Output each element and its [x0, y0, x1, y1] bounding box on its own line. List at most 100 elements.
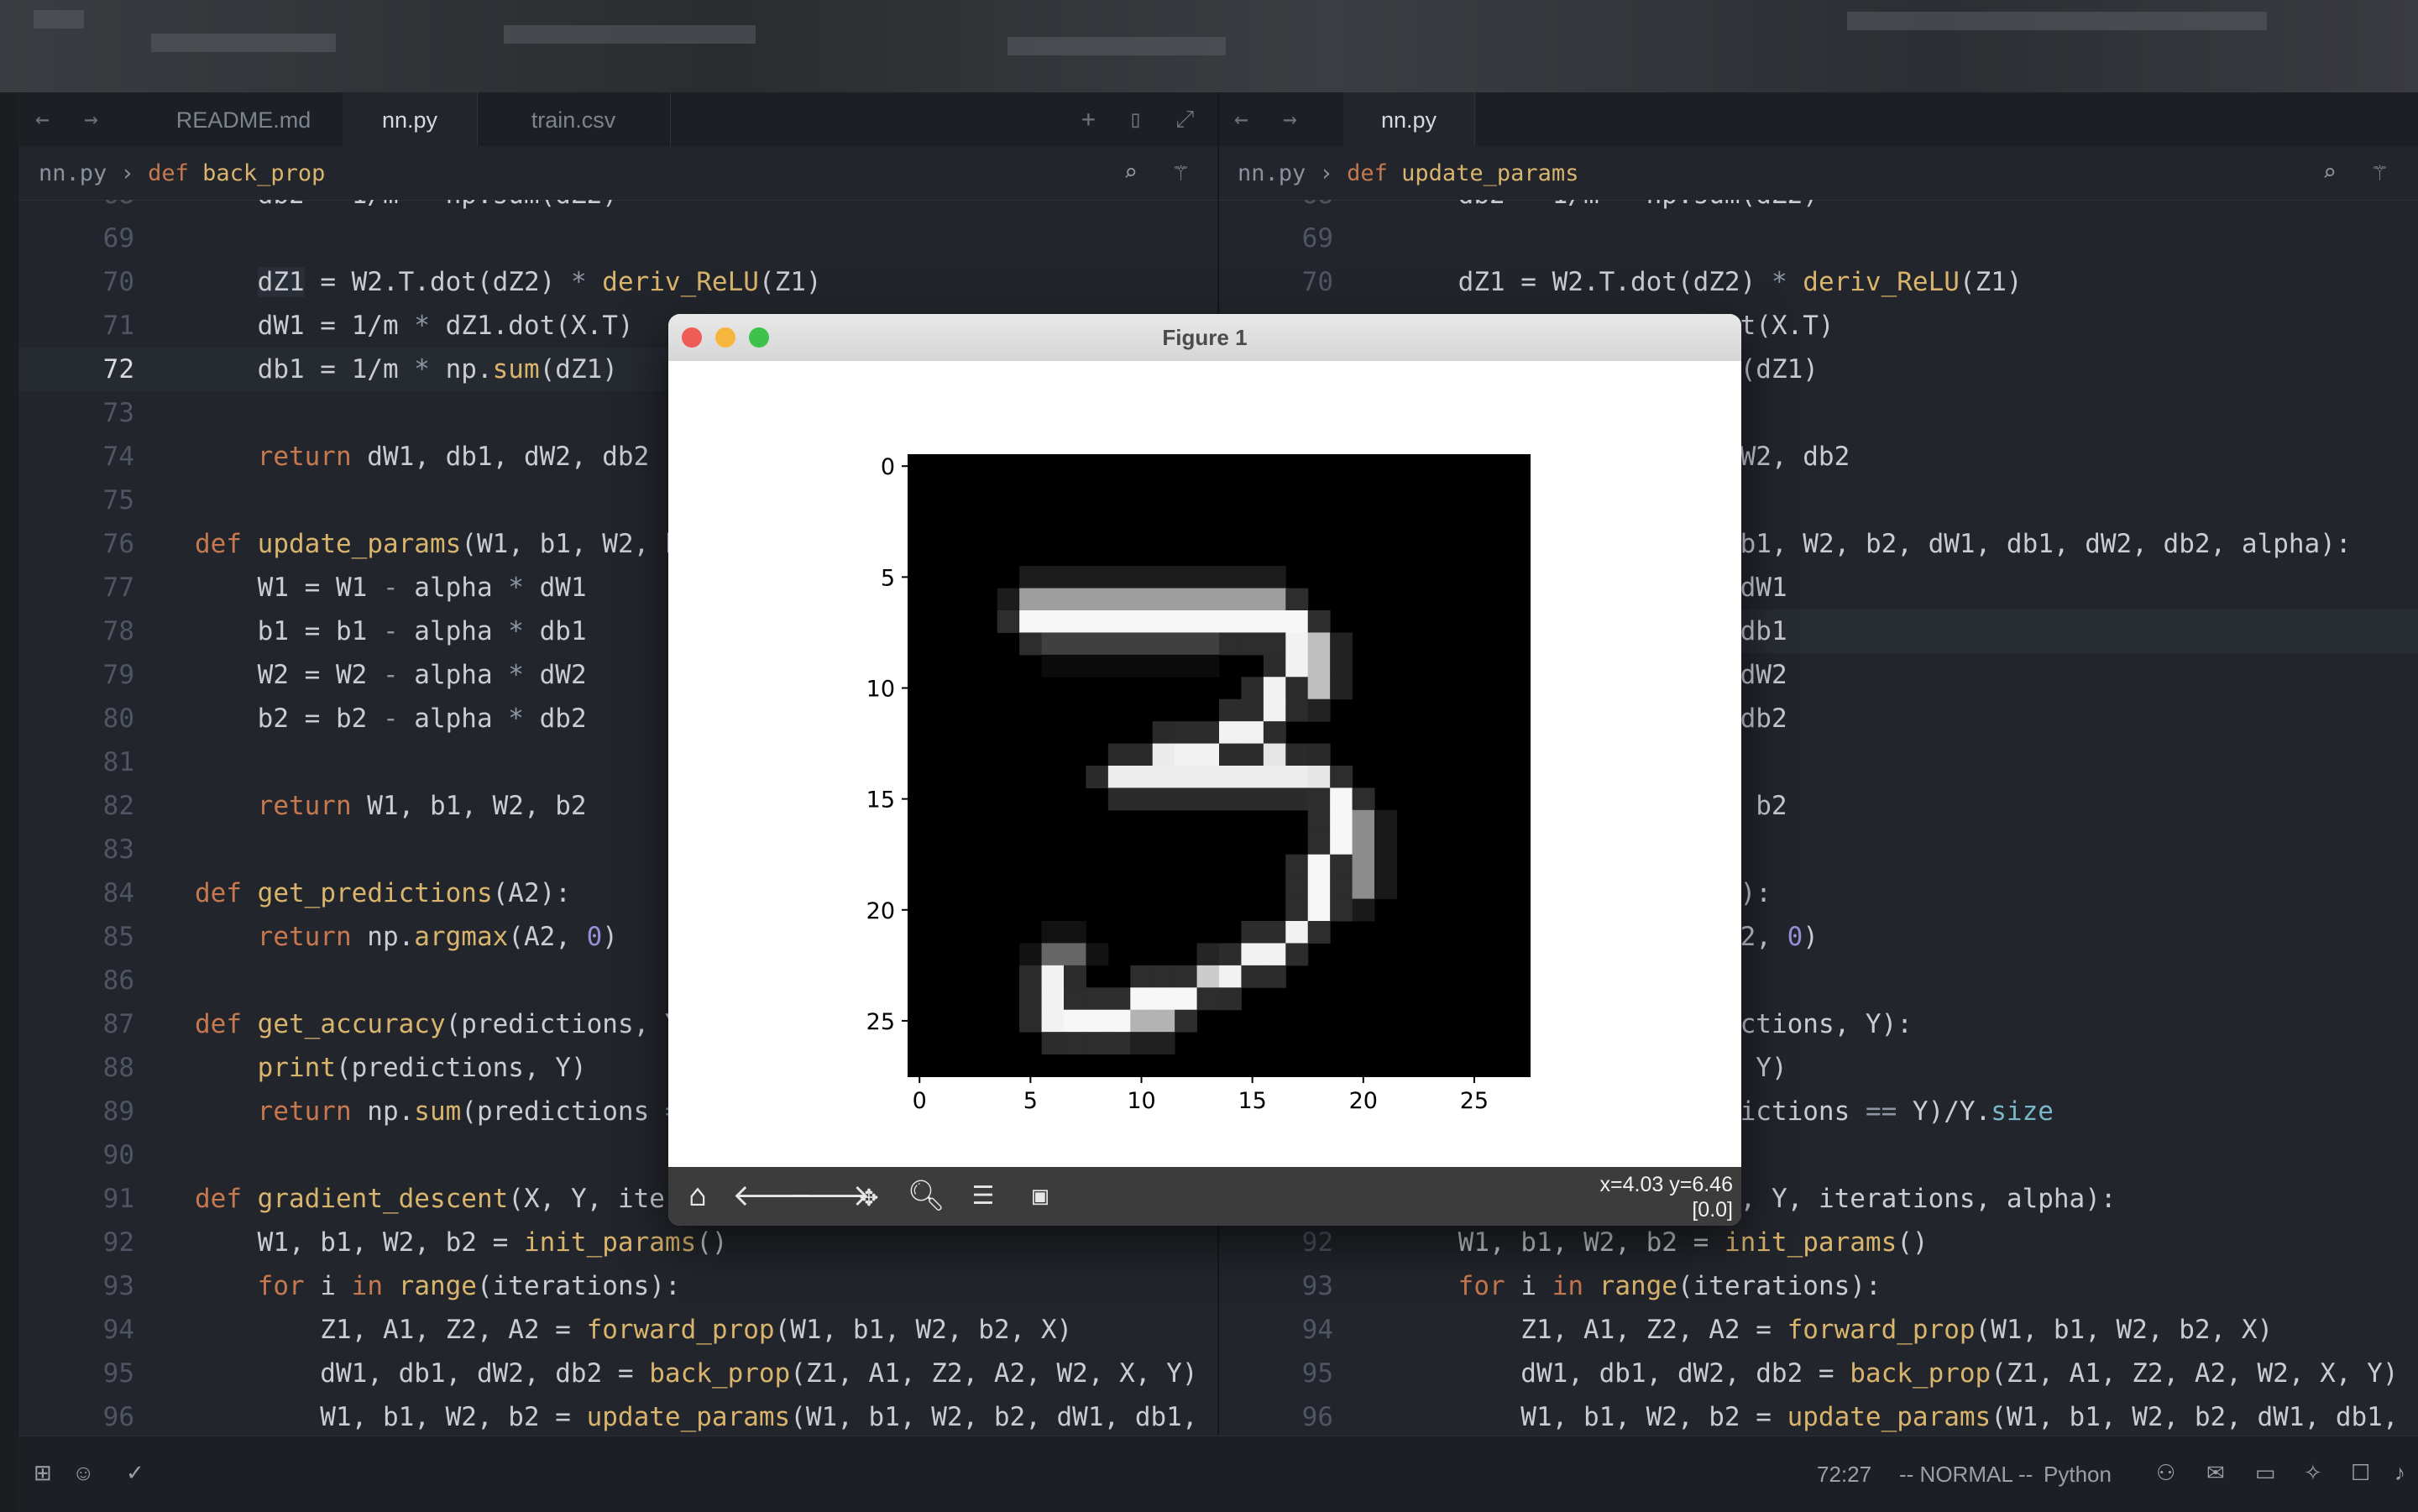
- nav-forward-icon[interactable]: →: [84, 107, 98, 131]
- new-tab-icon[interactable]: +: [1081, 107, 1096, 131]
- line-number: 93: [102, 1271, 134, 1301]
- code-line[interactable]: 68 db2 = 1/m * np.sum(dZ2): [18, 200, 1217, 217]
- code-line[interactable]: 68 db2 = 1/m * np.sum(dZ2): [1219, 200, 2418, 217]
- assistant-icon[interactable]: ✧: [2304, 1460, 2322, 1486]
- pixel-cell: [1107, 632, 1131, 656]
- pixel-cell: [1285, 698, 1309, 722]
- tab-readme[interactable]: README.md: [144, 92, 343, 146]
- pixel-cell: [1219, 943, 1242, 966]
- pixel-cell: [1196, 588, 1220, 611]
- breadcrumb-file[interactable]: nn.py: [39, 160, 107, 186]
- search-icon[interactable]: ⌕: [2322, 161, 2337, 185]
- collab-icon[interactable]: ☺: [72, 1460, 95, 1486]
- code-line[interactable]: 94 Z1, A1, Z2, A2 = forward_prop(W1, b1,…: [18, 1308, 1217, 1352]
- tab-nn-py[interactable]: nn.py: [343, 92, 478, 146]
- code-text: for i in range(iterations):: [257, 1271, 681, 1301]
- pixel-cell: [1352, 876, 1375, 900]
- x-tick-label: 5: [1023, 1088, 1038, 1114]
- code-line[interactable]: 70 dZ1 = W2.T.dot(dZ2) * deriv_ReLU(Z1): [1219, 260, 2418, 304]
- code-text: def get_accuracy(predictions, Y):: [195, 1009, 712, 1039]
- code-line[interactable]: 94 Z1, A1, Z2, A2 = forward_prop(W1, b1,…: [1219, 1308, 2418, 1352]
- pan-move-icon[interactable]: ✥: [846, 1174, 892, 1219]
- nav-back-icon[interactable]: ←: [35, 107, 50, 131]
- code-text: b1 = b1 - alpha * db1: [195, 616, 587, 646]
- code-text: for i in range(iterations):: [1458, 1271, 1882, 1301]
- cursor-position[interactable]: 72:27: [1817, 1462, 1871, 1488]
- pixel-cell: [1041, 632, 1065, 656]
- nav-back-icon[interactable]: ←: [1234, 107, 1248, 131]
- breadcrumb-file[interactable]: nn.py: [1238, 160, 1306, 186]
- code-line[interactable]: 93 for i in range(iterations):: [1219, 1264, 2418, 1308]
- pixel-cell: [1307, 787, 1331, 811]
- code-line[interactable]: 92 W1, b1, W2, b2 = init_params(): [18, 1221, 1217, 1264]
- pixel-cell: [1307, 743, 1331, 766]
- mail-icon[interactable]: ✉: [2206, 1460, 2225, 1486]
- pixel-cell: [1064, 566, 1086, 589]
- pixel-cell: [1152, 632, 1175, 656]
- code-line[interactable]: 69: [18, 217, 1217, 260]
- diagnostics-check-icon[interactable]: ✓: [126, 1460, 144, 1486]
- pixel-cell: [1330, 832, 1353, 855]
- code-text: W1, b1, W2, b2 = init_params(): [1395, 1227, 1929, 1258]
- split-pane-icon[interactable]: ▯: [1128, 107, 1143, 131]
- chevron-right-icon: ›: [1319, 160, 1333, 186]
- pixel-cell: [1219, 965, 1242, 988]
- pixel-cell: [1152, 787, 1175, 811]
- save-floppy-icon[interactable]: ▣: [1018, 1174, 1063, 1219]
- digit-heatmap-plot[interactable]: 0 5 10 15 20 25 0 5 10 15 20 25: [668, 361, 1741, 1167]
- pixel-cell: [1130, 1009, 1154, 1033]
- code-line[interactable]: 95 dW1, db1, dW2, db2 = back_prop(Z1, A1…: [18, 1352, 1217, 1395]
- breadcrumb-symbol[interactable]: update_params: [1401, 160, 1578, 186]
- pixel-cell: [1241, 721, 1264, 745]
- pixel-cell: [1263, 766, 1286, 788]
- terminal-icon[interactable]: ▭: [2255, 1460, 2276, 1486]
- maximize-icon[interactable]: ⤢: [1175, 107, 1194, 131]
- pixel-cell: [1064, 1032, 1086, 1055]
- pixel-cell: [1175, 632, 1198, 656]
- pixel-cell: [1041, 610, 1065, 633]
- pixel-cell: [1041, 1032, 1065, 1055]
- code-line[interactable]: 70 dZ1 = W2.T.dot(dZ2) * deriv_ReLU(Z1): [18, 260, 1217, 304]
- figure-canvas[interactable]: 0 5 10 15 20 25 0 5 10 15 20 25: [668, 361, 1741, 1167]
- code-line[interactable]: 95 dW1, db1, dW2, db2 = back_prop(Z1, A1…: [1219, 1352, 2418, 1395]
- line-number: 87: [102, 1009, 134, 1039]
- pixel-cell: [1330, 854, 1353, 877]
- code-line[interactable]: 93 for i in range(iterations):: [18, 1264, 1217, 1308]
- line-number: 86: [102, 965, 134, 996]
- code-line[interactable]: 69: [1219, 217, 2418, 260]
- line-number: 81: [102, 747, 134, 777]
- pixel-cell: [1330, 766, 1353, 788]
- pixel-cell: [1064, 921, 1086, 944]
- home-icon[interactable]: ⌂: [675, 1174, 720, 1219]
- search-icon[interactable]: ⌕: [1123, 161, 1138, 185]
- copilot-icon[interactable]: ⚇: [2156, 1460, 2175, 1486]
- project-panel-icon[interactable]: ⊞: [34, 1460, 52, 1486]
- configure-subplots-icon[interactable]: ☰: [960, 1174, 1006, 1219]
- magic-wand-icon[interactable]: ⚚: [1174, 161, 1188, 185]
- breadcrumb-symbol[interactable]: back_prop: [202, 160, 325, 186]
- code-text: return W1, b1, W2, b2: [257, 791, 587, 821]
- pixel-cell: [1107, 1009, 1131, 1033]
- magic-wand-icon[interactable]: ⚚: [2373, 161, 2387, 185]
- back-arrow-icon[interactable]: 🡐: [732, 1174, 814, 1219]
- pixel-cell: [1041, 965, 1065, 988]
- pixel-cell: [1041, 566, 1065, 589]
- code-text: b2 = b2 - alpha * db2: [195, 704, 587, 734]
- forward-arrow-icon[interactable]: 🡒: [789, 1174, 871, 1219]
- pixel-cell: [1064, 965, 1086, 988]
- tab-nn-py-right[interactable]: nn.py: [1343, 92, 1475, 146]
- code-line[interactable]: 92 W1, b1, W2, b2 = init_params(): [1219, 1221, 2418, 1264]
- pixel-cell: [1285, 854, 1309, 877]
- notification-bell-icon[interactable]: ♪: [2394, 1460, 2405, 1486]
- chat-icon[interactable]: ☐: [2351, 1460, 2370, 1486]
- tab-train-csv[interactable]: train.csv: [477, 92, 671, 146]
- code-line[interactable]: 96 W1, b1, W2, b2 = update_params(W1, b1…: [18, 1395, 1217, 1434]
- zoom-magnifier-icon[interactable]: 🔍︎: [903, 1174, 949, 1219]
- pixel-cell: [1285, 677, 1309, 700]
- code-line[interactable]: 96 W1, b1, W2, b2 = update_params(W1, b1…: [1219, 1395, 2418, 1434]
- pixel-cell: [1019, 943, 1043, 966]
- nav-forward-icon[interactable]: →: [1283, 107, 1297, 131]
- figure-title-bar[interactable]: Figure 1: [668, 314, 1741, 362]
- language-selector[interactable]: Python: [2044, 1462, 2112, 1488]
- code-text: dW1, db1, dW2, db2 = back_prop(Z1, A1, Z…: [195, 1358, 1198, 1389]
